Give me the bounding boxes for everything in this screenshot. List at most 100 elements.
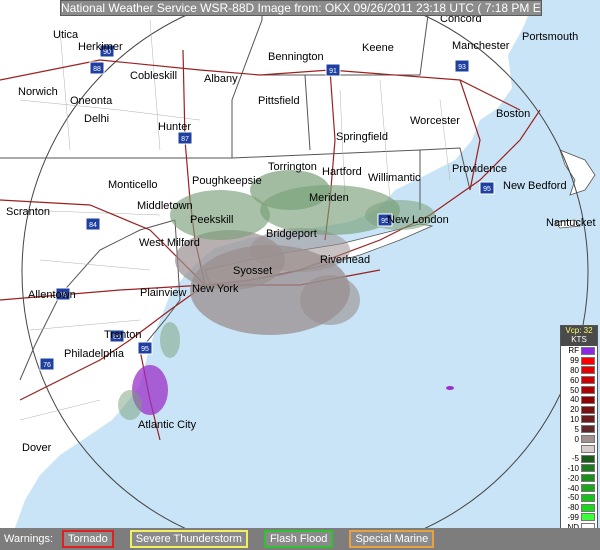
legend-entry: 60 (561, 375, 597, 385)
svg-text:Norwich: Norwich (18, 86, 58, 98)
city-worcester[interactable]: Worcester (410, 115, 460, 127)
city-west-milford[interactable]: West Milford (139, 237, 200, 249)
svg-text:Manchester: Manchester (452, 40, 510, 52)
legend-entry-label: 0 (574, 434, 579, 444)
radar-map[interactable]: 90 88 87 91 93 84 95 80 78 76 95 95 Utic… (0, 0, 600, 528)
city-philadelphia[interactable]: Philadelphia (64, 348, 125, 360)
warning-tornado-button[interactable]: Tornado (62, 530, 114, 548)
svg-text:Plainview: Plainview (140, 287, 187, 299)
svg-text:Albany: Albany (204, 73, 238, 85)
svg-text:New Bedford: New Bedford (503, 180, 567, 192)
city-monticello[interactable]: Monticello (108, 179, 158, 191)
legend-entry-label: -10 (567, 463, 579, 473)
city-albany[interactable]: Albany (204, 73, 238, 85)
shield-95-ne: 95 (479, 181, 495, 195)
warning-severe-thunderstorm-button[interactable]: Severe Thunderstorm (129, 530, 248, 548)
city-scranton[interactable]: Scranton (6, 206, 50, 218)
city-delhi[interactable]: Delhi (84, 113, 109, 125)
city-nantucket[interactable]: Nantucket (546, 217, 596, 229)
city-new-london[interactable]: New London (387, 214, 449, 226)
image-title: National Weather Service WSR-88D Image f… (60, 0, 542, 16)
warning-special-marine-button[interactable]: Special Marine (349, 530, 435, 548)
legend-swatch (581, 415, 595, 424)
legend-entry: -80 (561, 503, 597, 513)
svg-text:Worcester: Worcester (410, 115, 460, 127)
shield-93: 93 (454, 59, 470, 73)
city-trenton[interactable]: Trenton (104, 329, 142, 341)
city-peekskill[interactable]: Peekskill (190, 214, 233, 226)
svg-text:Springfield: Springfield (336, 131, 388, 143)
legend-entry: 40 (561, 395, 597, 405)
legend-swatch (581, 464, 595, 473)
city-manchester[interactable]: Manchester (452, 40, 510, 52)
shield-84: 84 (85, 217, 101, 231)
legend-entry: 20 (561, 405, 597, 415)
city-syosset[interactable]: Syosset (233, 265, 272, 277)
legend-swatch (581, 386, 595, 395)
city-torrington[interactable]: Torrington (268, 161, 317, 173)
svg-text:95: 95 (483, 186, 491, 193)
legend-swatch (581, 474, 595, 483)
city-bridgeport[interactable]: Bridgeport (266, 228, 317, 240)
svg-text:Boston: Boston (496, 108, 530, 120)
legend-scale: RF9980605040201050-5-10-20-40-50-80-99ND (561, 346, 597, 532)
svg-text:Providence: Providence (452, 163, 507, 175)
city-herkimer[interactable]: Herkimer (78, 41, 123, 53)
svg-text:Philadelphia: Philadelphia (64, 348, 125, 360)
city-bennington[interactable]: Bennington (268, 51, 324, 63)
legend-entry: -50 (561, 493, 597, 503)
city-hartford[interactable]: Hartford (322, 166, 362, 178)
city-oneonta[interactable]: Oneonta (70, 95, 113, 107)
legend-entry-label: 80 (570, 365, 579, 375)
city-norwich[interactable]: Norwich (18, 86, 58, 98)
legend-swatch (581, 356, 595, 365)
legend-entry-label: RF (568, 346, 579, 356)
legend-entry-label: 60 (570, 375, 579, 385)
svg-text:Dover: Dover (22, 442, 52, 454)
city-providence[interactable]: Providence (452, 163, 507, 175)
warning-flash-flood-button[interactable]: Flash Flood (263, 530, 334, 548)
city-atlantic-city[interactable]: Atlantic City (138, 419, 197, 431)
svg-text:Hunter: Hunter (158, 121, 191, 133)
legend-entry: -10 (561, 464, 597, 474)
legend-entry-label: 50 (570, 385, 579, 395)
legend-header: Vcp: 32 KTS (561, 326, 597, 346)
svg-text:Portsmouth: Portsmouth (522, 31, 578, 43)
city-dover[interactable]: Dover (22, 442, 52, 454)
warnings-bar: Warnings: Tornado Severe Thunderstorm Fl… (0, 528, 600, 550)
city-springfield[interactable]: Springfield (336, 131, 388, 143)
svg-text:Allentown: Allentown (28, 289, 76, 301)
city-allentown[interactable]: Allentown (28, 289, 76, 301)
legend-swatch (581, 395, 595, 404)
city-cobleskill[interactable]: Cobleskill (130, 70, 177, 82)
city-poughkeepsie[interactable]: Poughkeepsie (192, 175, 262, 187)
svg-text:Atlantic City: Atlantic City (138, 419, 197, 431)
city-middletown[interactable]: Middletown (137, 200, 193, 212)
city-meriden[interactable]: Meriden (309, 192, 349, 204)
svg-text:Torrington: Torrington (268, 161, 317, 173)
city-riverhead[interactable]: Riverhead (320, 254, 370, 266)
svg-text:Willimantic: Willimantic (368, 172, 421, 184)
svg-text:Peekskill: Peekskill (190, 214, 233, 226)
city-new-bedford[interactable]: New Bedford (503, 180, 567, 192)
city-boston[interactable]: Boston (496, 108, 530, 120)
legend-swatch (581, 376, 595, 385)
warnings-label: Warnings: (4, 533, 54, 545)
city-plainview[interactable]: Plainview (140, 287, 187, 299)
legend-entry: 5 (561, 424, 597, 434)
city-willimantic[interactable]: Willimantic (368, 172, 421, 184)
svg-text:88: 88 (93, 66, 101, 73)
city-portsmouth[interactable]: Portsmouth (522, 31, 578, 43)
svg-text:84: 84 (89, 222, 97, 229)
legend-entry-label: 20 (570, 405, 579, 415)
legend-swatch (581, 435, 595, 444)
svg-text:New York: New York (192, 283, 239, 295)
city-keene[interactable]: Keene (362, 42, 394, 54)
city-new-york[interactable]: New York (192, 283, 239, 295)
svg-text:93: 93 (458, 64, 466, 71)
svg-text:Nantucket: Nantucket (546, 217, 596, 229)
city-hunter[interactable]: Hunter (158, 121, 191, 133)
city-utica[interactable]: Utica (53, 29, 79, 41)
svg-text:95: 95 (141, 346, 149, 353)
city-pittsfield[interactable]: Pittsfield (258, 95, 300, 107)
